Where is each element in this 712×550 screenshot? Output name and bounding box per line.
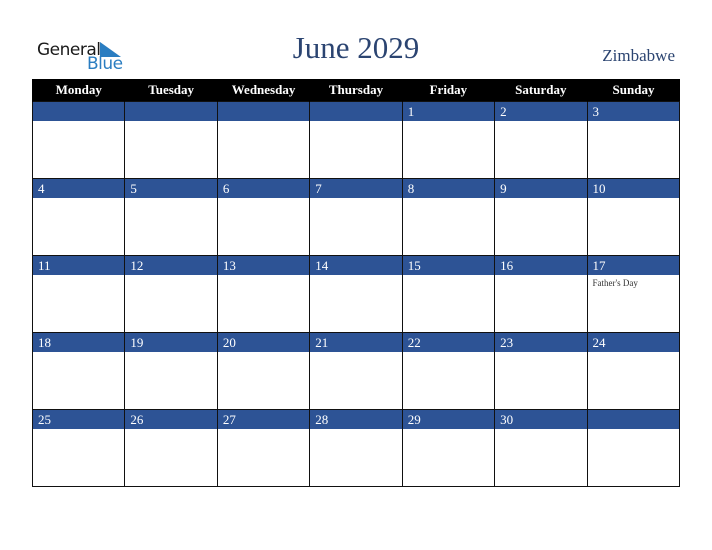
day-number: 16 (495, 256, 587, 275)
day-number: 20 (217, 333, 310, 352)
day-number: 26 (125, 410, 217, 429)
country-label: Zimbabwe (602, 46, 675, 65)
weekday-header-row: Monday Tuesday Wednesday Thursday Friday Satu… (31, 79, 680, 102)
day-cell[interactable]: 22 (401, 332, 496, 410)
weekday-header-saturday: Saturday (494, 79, 588, 102)
week-row: 123 (31, 101, 681, 179)
day-number: 27 (217, 410, 310, 429)
day-cell[interactable]: 28 (309, 409, 403, 487)
day-number: 2 (495, 102, 587, 121)
day-number: 8 (402, 179, 495, 198)
day-cell[interactable]: 23 (494, 332, 588, 410)
week-row: 4 5 6 7 8 9 10 (31, 178, 681, 256)
day-number: 12 (125, 256, 217, 275)
weekday-header-tuesday: Tuesday (124, 79, 218, 102)
weekday-header-monday: Monday (31, 79, 125, 102)
day-cell[interactable]: 7 (309, 178, 403, 256)
day-cell[interactable]: 14 (309, 255, 403, 333)
day-cell[interactable]: 30 (494, 409, 588, 487)
day-number: 10 (587, 179, 679, 198)
day-number: 11 (33, 256, 125, 275)
weekday-header-friday: Friday (401, 79, 495, 102)
day-cell[interactable]: 1 (401, 101, 496, 179)
day-number: 14 (310, 256, 402, 275)
holiday-label: Father's Day (592, 278, 638, 288)
day-number (587, 410, 679, 429)
day-number: 28 (310, 410, 402, 429)
weekday-header-wednesday: Wednesday (216, 79, 310, 102)
day-cell[interactable] (309, 101, 403, 179)
day-cell[interactable]: 24 (586, 332, 681, 410)
day-cell[interactable] (586, 409, 681, 487)
weekday-header-thursday: Thursday (309, 79, 403, 102)
day-cell[interactable]: 6 (216, 178, 311, 256)
day-cell[interactable]: 13 (216, 255, 311, 333)
day-cell[interactable]: 17 Father's Day (586, 255, 681, 333)
day-cell[interactable]: 2 (494, 101, 588, 179)
day-number: 13 (217, 256, 310, 275)
day-cell[interactable]: 26 (124, 409, 218, 487)
week-row: 11 12 13 14 15 16 17 Father's Day (31, 255, 681, 333)
day-cell[interactable]: 5 (124, 178, 218, 256)
day-number: 1 (402, 102, 495, 121)
day-number: 9 (495, 179, 587, 198)
day-number: 7 (310, 179, 402, 198)
day-cell[interactable]: 9 (494, 178, 588, 256)
day-cell[interactable]: 10 (586, 178, 681, 256)
day-number (217, 102, 310, 121)
day-cell[interactable]: 15 (401, 255, 496, 333)
day-cell[interactable]: 16 (494, 255, 588, 333)
day-number: 4 (33, 179, 125, 198)
day-number: 22 (402, 333, 495, 352)
day-cell[interactable]: 29 (401, 409, 496, 487)
day-cell[interactable]: 18 (31, 332, 126, 410)
day-number: 15 (402, 256, 495, 275)
day-number: 17 (587, 256, 679, 275)
day-cell[interactable] (124, 101, 218, 179)
week-row: 25 26 27 28 29 30 (31, 409, 681, 487)
day-number: 25 (33, 410, 125, 429)
day-number: 30 (495, 410, 587, 429)
day-cell[interactable]: 21 (309, 332, 403, 410)
weekday-header-sunday: Sunday (586, 79, 680, 102)
day-number: 21 (310, 333, 402, 352)
week-row: 18 19 20 21 22 23 24 (31, 332, 681, 410)
day-cell[interactable]: 19 (124, 332, 218, 410)
day-cell[interactable]: 8 (401, 178, 496, 256)
day-cell[interactable] (31, 101, 126, 179)
calendar-grid: Monday Tuesday Wednesday Thursday Friday Satu… (31, 79, 681, 487)
day-number (125, 102, 217, 121)
day-number: 5 (125, 179, 217, 198)
day-cell[interactable]: 12 (124, 255, 218, 333)
day-number: 29 (402, 410, 495, 429)
day-number: 24 (587, 333, 679, 352)
day-number (33, 102, 125, 121)
day-number (310, 102, 402, 121)
day-number: 6 (217, 179, 310, 198)
day-cell[interactable]: 20 (216, 332, 311, 410)
day-number: 18 (33, 333, 125, 352)
day-cell[interactable]: 4 (31, 178, 126, 256)
day-number: 19 (125, 333, 217, 352)
day-cell[interactable]: 27 (216, 409, 311, 487)
day-number: 23 (495, 333, 587, 352)
day-cell[interactable]: 11 (31, 255, 126, 333)
day-cell[interactable]: 3 (586, 101, 681, 179)
day-number: 3 (587, 102, 679, 121)
day-cell[interactable] (216, 101, 311, 179)
day-cell[interactable]: 25 (31, 409, 126, 487)
